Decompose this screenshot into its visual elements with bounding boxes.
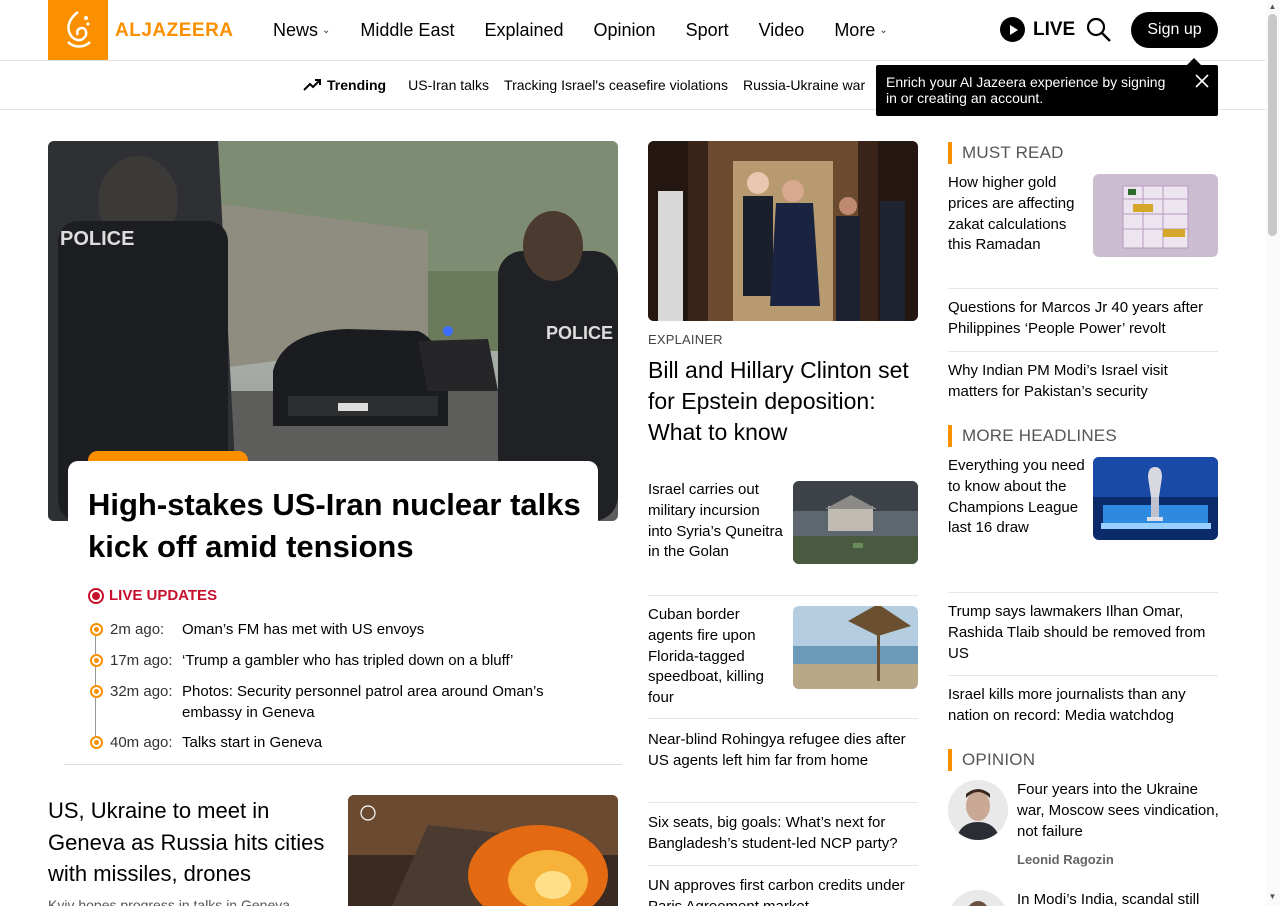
nav-opinion[interactable]: Opinion	[579, 20, 671, 41]
chevron-down-icon: ⌄	[322, 24, 331, 36]
trending-item[interactable]: Russia-Ukraine war	[743, 77, 865, 93]
divider	[648, 865, 918, 866]
nav-middle-east[interactable]: Middle East	[345, 20, 469, 41]
timeline-bullet-icon	[90, 623, 103, 636]
nav-video[interactable]: Video	[744, 20, 820, 41]
update-time: 17m ago:	[110, 652, 173, 669]
trending-item[interactable]: Tracking Israel's ceasefire violations	[504, 77, 728, 93]
nav-explained[interactable]: Explained	[469, 20, 578, 41]
feature-image[interactable]	[648, 141, 918, 321]
opinion-heading: OPINION	[948, 749, 1035, 771]
feature-headline[interactable]: Bill and Hillary Clinton set for Epstein…	[648, 355, 923, 448]
tooltip-text: Enrich your Al Jazeera experience by sig…	[886, 74, 1166, 106]
story-thumbnail[interactable]	[793, 606, 918, 689]
divider	[948, 351, 1218, 352]
opinion-headline[interactable]: Four years into the Ukraine war, Moscow …	[1017, 780, 1222, 842]
trending-item[interactable]: US-Iran talks	[408, 77, 489, 93]
opinion-headline[interactable]: In Modi’s India, scandal still	[1017, 890, 1222, 906]
must-read-item[interactable]: Questions for Marcos Jr 40 years after P…	[948, 298, 1223, 340]
story-summary: Kyiv hopes progress in talks in Geneva	[48, 897, 291, 906]
svg-text:POLICE: POLICE	[60, 228, 134, 250]
logo-wordmark[interactable]: ALJAZEERA	[115, 20, 234, 42]
divider	[648, 718, 918, 719]
headline-link[interactable]: Israel kills more journalists than any n…	[948, 685, 1218, 727]
story-kicker: EXPLAINER	[648, 332, 723, 347]
divider	[948, 675, 1218, 676]
chevron-down-icon: ⌄	[879, 24, 888, 36]
timeline-bullet-icon	[90, 736, 103, 749]
update-time: 32m ago:	[110, 683, 173, 700]
nav-news[interactable]: News ⌄	[258, 20, 345, 41]
play-icon	[1000, 17, 1025, 42]
svg-text:POLICE: POLICE	[546, 323, 613, 343]
divider	[948, 288, 1218, 289]
close-icon[interactable]	[1194, 73, 1210, 89]
update-time: 40m ago:	[110, 734, 173, 751]
site-header: ALJAZEERA News ⌄ Middle East Explained Op…	[0, 0, 1280, 61]
must-read-heading: MUST READ	[948, 142, 1064, 164]
must-read-item[interactable]: How higher gold prices are affecting zak…	[948, 173, 1088, 256]
live-updates-label[interactable]: LIVE UPDATES	[88, 587, 217, 604]
must-read-item[interactable]: Why Indian PM Modi’s Israel visit matter…	[948, 361, 1218, 403]
author-avatar[interactable]	[948, 780, 1008, 840]
scroll-down-icon[interactable]: ▼	[1268, 892, 1277, 902]
main-nav: News ⌄ Middle East Explained Opinion Spor…	[258, 0, 903, 60]
trending-icon	[303, 79, 321, 91]
nav-more[interactable]: More ⌄	[819, 20, 902, 41]
signin-tooltip: Enrich your Al Jazeera experience by sig…	[876, 65, 1218, 116]
story-headline[interactable]: Israel carries out military incursion in…	[648, 480, 788, 563]
scrollbar-thumb[interactable]	[1268, 14, 1277, 236]
update-text[interactable]: Talks start in Geneva	[182, 732, 602, 753]
divider	[64, 764, 622, 765]
search-icon[interactable]	[1086, 17, 1112, 43]
story-headline[interactable]: Cuban border agents fire upon Florida-ta…	[648, 605, 788, 709]
update-text[interactable]: Oman’s FM has met with US envoys	[182, 619, 602, 640]
tooltip-arrow	[1187, 58, 1201, 65]
author-name[interactable]: Leonid Ragozin	[1017, 852, 1114, 867]
aljazeera-logo-icon[interactable]	[48, 0, 108, 60]
headline-link[interactable]: Near-blind Rohingya refugee dies after U…	[648, 730, 923, 772]
divider	[648, 595, 918, 596]
story-thumbnail[interactable]	[1093, 457, 1218, 540]
divider	[948, 592, 1218, 593]
headline-link[interactable]: UN approves first carbon credits under P…	[648, 876, 923, 906]
nav-sport[interactable]: Sport	[671, 20, 744, 41]
headline-link[interactable]: Six seats, big goals: What’s next for Ba…	[648, 813, 923, 855]
story-thumbnail[interactable]	[793, 481, 918, 564]
update-time: 2m ago:	[110, 621, 165, 638]
live-dot-icon	[88, 587, 104, 604]
update-text[interactable]: ‘Trump a gambler who has tripled down on…	[182, 650, 602, 671]
sign-up-button[interactable]: Sign up	[1131, 12, 1218, 48]
live-button[interactable]: LIVE	[1000, 17, 1075, 42]
story-headline[interactable]: US, Ukraine to meet in Geneva as Russia …	[48, 795, 338, 890]
trending-label: Trending	[303, 77, 386, 93]
headline-link[interactable]: Everything you need to know about the Ch…	[948, 456, 1088, 539]
timeline-bullet-icon	[90, 654, 103, 667]
timeline-bullet-icon	[90, 685, 103, 698]
hero-headline[interactable]: High-stakes US-Iran nuclear talks kick o…	[88, 484, 598, 568]
divider	[648, 802, 918, 803]
more-headlines-heading: MORE HEADLINES	[948, 425, 1117, 447]
scroll-up-icon[interactable]: ▲	[1268, 2, 1277, 12]
story-image[interactable]	[348, 795, 618, 906]
story-thumbnail[interactable]	[1093, 174, 1218, 257]
author-avatar[interactable]	[948, 890, 1008, 906]
update-text[interactable]: Photos: Security personnel patrol area a…	[182, 681, 602, 723]
headline-link[interactable]: Trump says lawmakers Ilhan Omar, Rashida…	[948, 602, 1218, 664]
